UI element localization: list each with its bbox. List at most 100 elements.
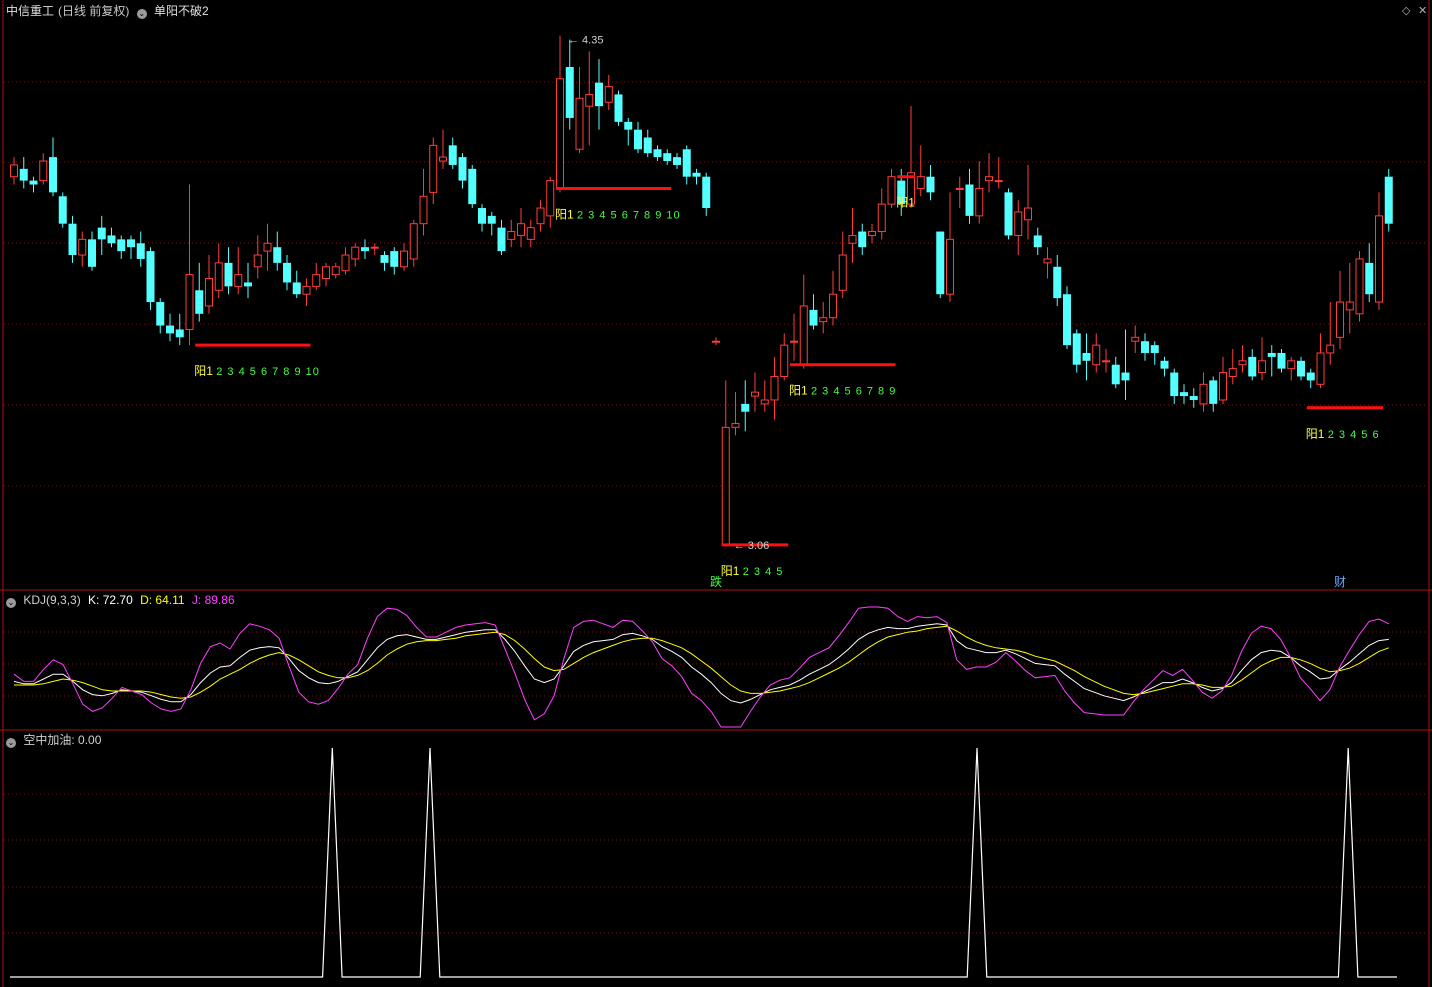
candle-body — [1180, 392, 1188, 397]
candle-body — [331, 266, 340, 276]
candle-body — [419, 195, 428, 225]
candle-body — [1336, 301, 1344, 338]
candle-body — [751, 391, 759, 397]
candle-body — [1082, 352, 1091, 361]
candle-body — [58, 196, 67, 224]
marker-label: 跌 — [710, 574, 722, 589]
candle-body — [526, 227, 535, 240]
candle-body — [585, 93, 594, 107]
candle-body — [536, 207, 545, 225]
candle-body — [838, 254, 847, 291]
candle-body — [478, 208, 486, 224]
candle-body — [565, 67, 574, 118]
candle-body — [175, 329, 184, 338]
candle-body — [575, 97, 584, 150]
candle-body — [39, 160, 48, 182]
candle-body — [1063, 294, 1071, 346]
count-label: 2 3 4 5 6 7 8 9 — [811, 386, 896, 398]
candle-body — [1375, 215, 1383, 303]
candle-body — [624, 121, 633, 130]
candle-body — [1287, 360, 1296, 370]
candle-body — [49, 157, 57, 193]
signal-lines — [195, 175, 1383, 547]
yang-label: 阳1 — [789, 384, 808, 398]
candle-body — [887, 176, 896, 205]
candle-body — [507, 231, 516, 240]
yang-label: 阳1 — [721, 564, 740, 578]
count-label: 2 3 4 5 6 — [1328, 429, 1380, 441]
candle-body — [653, 149, 662, 158]
yang-label: 阳1 — [194, 364, 213, 378]
candle-body — [868, 231, 876, 236]
candle-body — [400, 250, 408, 268]
candle-body — [68, 223, 77, 256]
candle-body — [487, 215, 496, 224]
candle-body — [312, 274, 321, 287]
candle-body — [322, 266, 330, 280]
candle-body — [1238, 360, 1247, 366]
chart-canvas[interactable]: 阳1 2 3 4 5 6 7 8 9 10阳1 2 3 4 5 6 7 8 9 10… — [0, 0, 1432, 987]
candle-body — [916, 176, 925, 189]
candle-body — [1355, 258, 1364, 315]
candle-body — [195, 290, 204, 314]
candle-body — [682, 149, 691, 177]
candle-body — [1043, 258, 1052, 264]
candle-body — [1297, 360, 1305, 377]
candle-body — [877, 203, 886, 233]
candle-body — [1316, 352, 1325, 385]
candle-body — [985, 176, 993, 182]
candle-body — [1199, 383, 1208, 405]
candle-body — [1121, 372, 1130, 381]
candle-body — [1384, 176, 1393, 224]
candle-body — [770, 375, 779, 401]
kzjy-line — [10, 747, 1397, 978]
candle-body — [361, 247, 369, 252]
kdj-line-k — [13, 623, 1389, 704]
candle-body — [712, 340, 720, 343]
candle-body — [1267, 352, 1276, 357]
candle-body — [634, 129, 642, 150]
count-label: 2 3 4 5 — [743, 566, 784, 578]
candle-body — [1170, 372, 1179, 397]
candle-body — [517, 223, 525, 236]
candle-body — [1033, 235, 1042, 248]
kzjy-series — [10, 747, 1397, 978]
candle-body — [1189, 396, 1198, 400]
candle-body — [1219, 372, 1227, 401]
candle-body — [439, 156, 447, 162]
candle-body — [78, 238, 87, 256]
marker-label: 财 — [1334, 575, 1346, 589]
candle-body — [166, 325, 174, 334]
panel-frames — [0, 0, 1432, 987]
candle-body — [1365, 262, 1374, 295]
candle-body — [302, 285, 311, 295]
candle-body — [341, 254, 350, 272]
candle-body — [760, 399, 769, 405]
candle-body — [1014, 211, 1023, 236]
candle-body — [1277, 352, 1286, 369]
candle-body — [1160, 360, 1169, 369]
yang-label: 阳1 — [555, 207, 574, 221]
candle-body — [1111, 364, 1120, 385]
candle-body — [780, 344, 789, 377]
candle-body — [1141, 341, 1149, 353]
candle-body — [1072, 333, 1081, 365]
candle-body — [273, 247, 282, 263]
candle-body — [292, 282, 301, 295]
candle-body — [136, 243, 145, 259]
candle-body — [448, 145, 457, 165]
count-label: 2 3 4 5 6 7 8 9 10 — [577, 209, 681, 221]
candle-body — [263, 242, 272, 252]
candle-body — [390, 251, 399, 267]
candle-body — [614, 94, 623, 122]
candle-body — [975, 187, 984, 217]
candle-body — [955, 187, 964, 190]
candle-body — [127, 239, 135, 248]
candle-body — [595, 82, 603, 107]
candle-body — [29, 180, 38, 185]
candle-body — [994, 180, 1003, 183]
candle-body — [1092, 344, 1101, 366]
candle-body — [1024, 207, 1032, 221]
candle-body — [799, 305, 808, 366]
candle-body — [10, 164, 18, 178]
